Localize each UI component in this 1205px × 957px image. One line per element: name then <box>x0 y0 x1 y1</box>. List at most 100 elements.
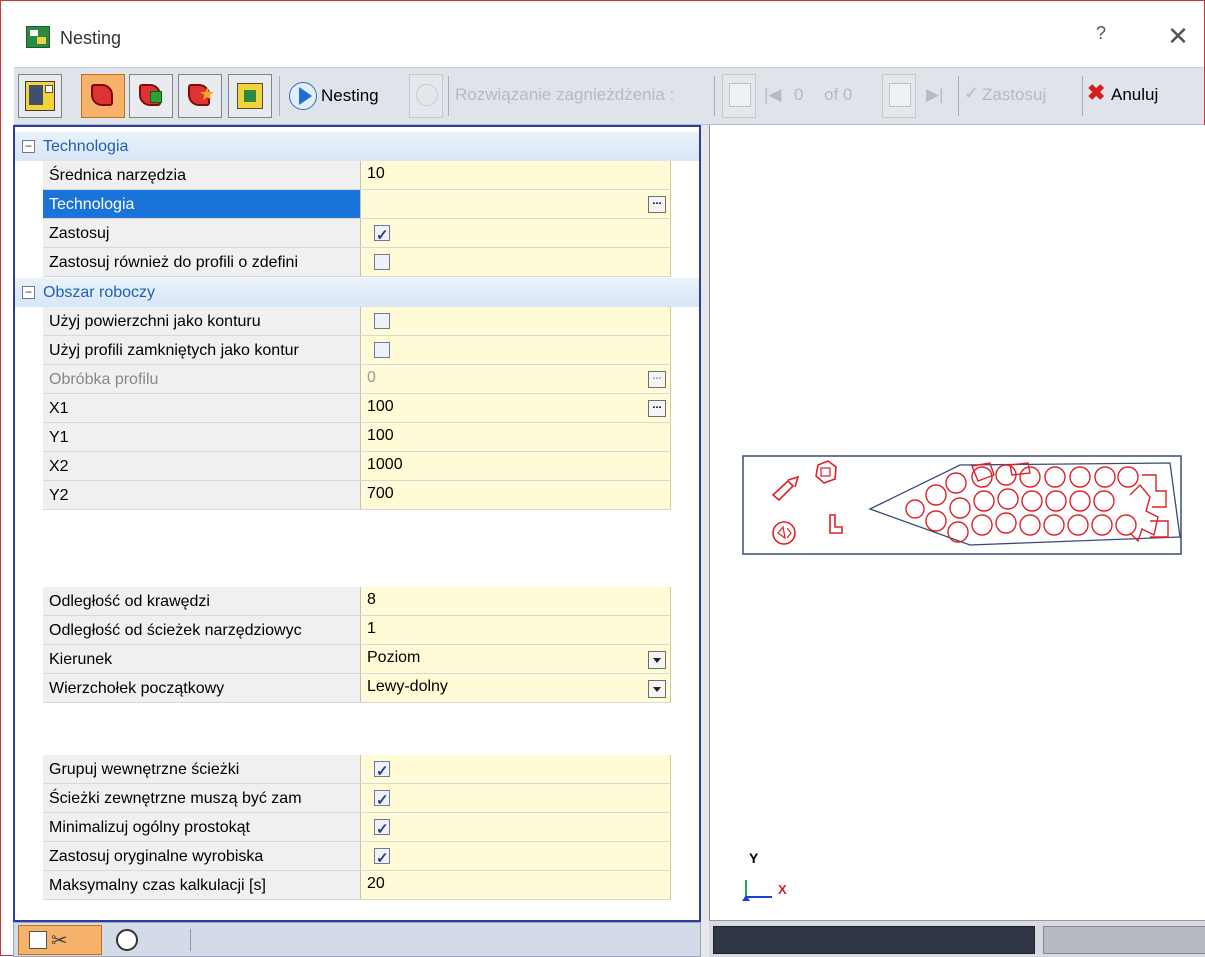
prev-icon[interactable]: |◀ <box>764 85 782 105</box>
circle-icon <box>116 929 138 951</box>
odleglosc-sciezek-input[interactable]: 1 <box>361 616 671 644</box>
x1-input[interactable]: 100 ... <box>361 394 671 422</box>
property-label: Ścieżki zewnętrzne muszą być zam <box>43 784 361 812</box>
solution-label: Rozwiązanie zagnieżdżenia : <box>455 85 675 104</box>
grupuj-checkbox[interactable] <box>374 759 390 785</box>
drawing-view[interactable]: Y X <box>709 125 1205 920</box>
x2-input[interactable]: 1000 <box>361 452 671 480</box>
axis-x-label: X <box>778 882 787 897</box>
obrobka-value: 0 <box>367 369 376 386</box>
help-button[interactable]: ? <box>1090 23 1112 49</box>
play-circle-icon <box>289 82 317 110</box>
property-label: Zastosuj <box>43 219 361 247</box>
step-forward-button[interactable] <box>409 74 443 118</box>
property-label: Y1 <box>43 423 361 451</box>
status-field <box>713 926 1035 954</box>
select-sheet-button[interactable] <box>18 74 62 118</box>
separator <box>1082 76 1083 116</box>
import-icon <box>237 83 263 109</box>
apply-label: Zastosuj <box>982 85 1047 104</box>
separator <box>279 76 280 116</box>
step-icon <box>416 84 438 106</box>
star-icon: ★ <box>199 84 216 104</box>
row-x1: X1 100 ... <box>43 394 671 423</box>
srednica-input[interactable]: 10 <box>361 161 671 189</box>
property-label: Kierunek <box>43 645 361 673</box>
section-title: Obszar roboczy <box>43 284 156 301</box>
collapse-icon[interactable]: − <box>22 286 35 299</box>
add-part-button[interactable] <box>129 74 173 118</box>
browse-button[interactable]: ... <box>648 371 666 388</box>
row-zastosuj: Zastosuj <box>43 219 671 249</box>
cross-icon: ✖ <box>1087 80 1106 105</box>
wierzcholek-select[interactable]: Lewy-dolny <box>361 674 671 702</box>
property-label: Maksymalny czas kalkulacji [s] <box>43 871 361 899</box>
nesting-label: Nesting <box>321 86 379 105</box>
uzyj-profili-checkbox[interactable] <box>374 342 390 358</box>
property-label: Minimalizuj ogólny prostokąt <box>43 813 361 841</box>
zastosuj-checkbox[interactable] <box>374 223 390 249</box>
row-max-czas: Maksymalny czas kalkulacji [s] 20 <box>43 871 671 900</box>
row-minimalizuj: Minimalizuj ogólny prostokąt <box>43 813 671 843</box>
technologia-input[interactable]: ... <box>361 190 671 218</box>
kierunek-select[interactable]: Poziom <box>361 645 671 673</box>
nest-parts-button[interactable] <box>81 74 125 118</box>
counter-value: 0 <box>794 85 804 104</box>
splitter[interactable] <box>701 125 709 957</box>
first-icon <box>729 83 751 107</box>
sciezki-zewn-checkbox[interactable] <box>374 788 390 814</box>
property-label: Grupuj wewnętrzne ścieżki <box>43 755 361 783</box>
apply-button[interactable]: ✓ Zastosuj <box>964 80 1079 110</box>
next-icon[interactable]: ▶| <box>926 85 944 105</box>
section-technologia[interactable]: − Technologia <box>15 132 699 161</box>
property-label: X1 <box>43 394 361 422</box>
uzyj-powierzchni-checkbox[interactable] <box>374 313 390 329</box>
max-czas-input[interactable]: 20 <box>361 871 671 899</box>
axis-y-label: Y <box>749 850 759 866</box>
row-odleglosc-sciezek: Odległość od ścieżek narzędziowyc 1 <box>43 616 671 645</box>
cancel-button[interactable]: ✖ Anuluj <box>1087 80 1182 110</box>
tab-properties[interactable]: ✂ <box>18 925 102 955</box>
part-red-icon <box>91 84 113 106</box>
y2-input[interactable]: 700 <box>361 481 671 509</box>
property-label: Średnica narzędzia <box>43 161 361 189</box>
row-odleglosc-krawedzi: Odległość od krawędzi 8 <box>43 587 671 616</box>
check-icon: ✓ <box>964 83 980 103</box>
row-uzyj-powierzchni: Użyj powierzchni jako konturu <box>43 307 671 336</box>
row-uzyj-profili: Użyj profili zamkniętych jako kontur <box>43 336 671 365</box>
separator <box>714 76 715 116</box>
minimalizuj-checkbox[interactable] <box>374 817 390 843</box>
row-wierzcholek: Wierzchołek początkowy Lewy-dolny <box>43 674 671 703</box>
odleglosc-krawedzi-input[interactable]: 8 <box>361 587 671 615</box>
property-label: Zastosuj również do profili o zdefini <box>43 248 361 276</box>
plus-icon <box>150 91 162 103</box>
window-title: Nesting <box>60 28 122 48</box>
browse-button[interactable]: ... <box>648 400 666 417</box>
property-label: Odległość od ścieżek narzędziowyc <box>43 616 361 644</box>
zastosuj-oryg-checkbox[interactable] <box>374 846 390 872</box>
property-label[interactable]: Technologia <box>43 190 361 218</box>
import-button[interactable] <box>228 74 272 118</box>
chevron-down-icon[interactable] <box>648 680 666 698</box>
status-field <box>1043 926 1205 954</box>
chevron-down-icon[interactable] <box>648 651 666 669</box>
y1-input[interactable]: 100 <box>361 423 671 451</box>
section-obszar-roboczy[interactable]: − Obszar roboczy <box>15 278 699 307</box>
nesting-button[interactable]: Nesting <box>285 74 407 118</box>
last-icon <box>889 83 911 107</box>
kierunek-value: Poziom <box>367 649 421 666</box>
obrobka-input[interactable]: 0 ... <box>361 365 671 393</box>
nesting-canvas <box>742 455 1182 901</box>
browse-button[interactable]: ... <box>648 196 666 213</box>
row-obrobka: Obróbka profilu 0 ... <box>43 365 671 394</box>
last-solution-button[interactable] <box>882 74 916 118</box>
separator <box>958 76 959 116</box>
close-button[interactable]: ✕ <box>1161 19 1195 53</box>
part-star-button[interactable]: ★ <box>178 74 222 118</box>
first-solution-button[interactable] <box>722 74 756 118</box>
collapse-icon[interactable]: − <box>22 140 35 153</box>
section-title: Technologia <box>43 138 129 155</box>
zastosuj-rowniez-checkbox[interactable] <box>374 254 390 270</box>
tab-shape[interactable] <box>110 925 144 955</box>
row-x2: X2 1000 <box>43 452 671 481</box>
